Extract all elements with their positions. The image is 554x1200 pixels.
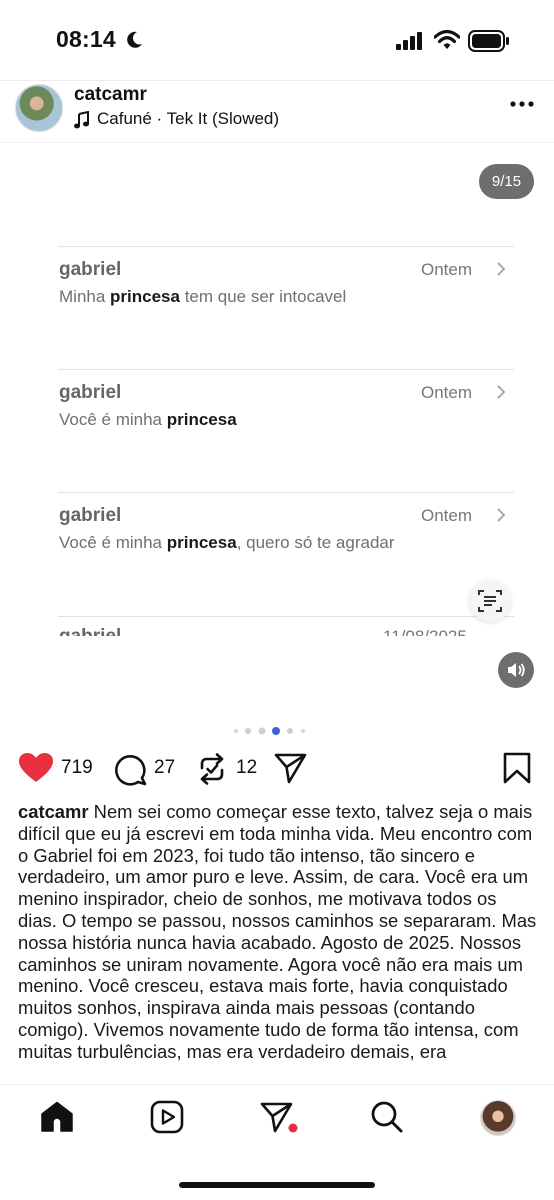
- message-text: Você é minha princesa, quero só te agrad…: [59, 533, 395, 552]
- scan-text-button[interactable]: [469, 580, 511, 622]
- status-time: 08:14: [56, 26, 116, 52]
- avatar[interactable]: [15, 84, 63, 132]
- message-time: 11/08/2025: [383, 627, 467, 636]
- profile-avatar[interactable]: [480, 1100, 516, 1136]
- message-text: Minha princesa tem que ser intocavel: [59, 287, 347, 306]
- bookmark-icon[interactable]: [503, 752, 531, 784]
- chevron-right-icon: [497, 385, 506, 399]
- search-icon[interactable]: [370, 1100, 404, 1134]
- message-sender: gabriel: [59, 626, 121, 636]
- wifi-icon: [434, 29, 460, 49]
- reels-icon[interactable]: [150, 1100, 184, 1134]
- likes-count[interactable]: 719: [61, 757, 93, 779]
- like-heart-icon[interactable]: [18, 752, 54, 784]
- message-text: Você é minha princesa: [59, 410, 237, 429]
- message-time: Ontem: [421, 506, 473, 525]
- battery-icon: [468, 30, 509, 52]
- moon-icon: [127, 31, 142, 48]
- song-label[interactable]: Cafuné · Tek It (Slowed): [97, 109, 279, 129]
- header-divider: [0, 80, 554, 81]
- carousel-dots: [234, 727, 305, 735]
- message-row: gabriel Ontem Minha princesa tem que ser…: [58, 246, 514, 371]
- nav-divider: [0, 1084, 554, 1085]
- music-note-icon: [74, 111, 89, 129]
- caption-username[interactable]: catcamr: [18, 801, 89, 822]
- caption-text: Nem sei como começar esse texto, talvez …: [18, 801, 537, 1062]
- post-caption: catcamr Nem sei como começar esse texto,…: [18, 801, 540, 1083]
- message-row: gabriel Ontem Você é minha princesa: [58, 369, 514, 494]
- message-row: gabriel Ontem Você é minha princesa, que…: [58, 492, 514, 617]
- signal-icon: [396, 32, 422, 50]
- message-time: Ontem: [421, 383, 473, 402]
- speaker-icon: [508, 663, 525, 677]
- send-icon[interactable]: [260, 1101, 300, 1135]
- sound-toggle-button[interactable]: [498, 652, 534, 688]
- home-icon[interactable]: [40, 1101, 74, 1133]
- message-row-partial: gabriel 11/08/2025: [58, 616, 514, 636]
- more-options-icon[interactable]: [510, 100, 534, 108]
- header-bottom-divider: [0, 142, 554, 143]
- message-time: Ontem: [421, 260, 473, 279]
- post-username[interactable]: catcamr: [74, 84, 147, 106]
- comment-icon[interactable]: [114, 752, 148, 786]
- comments-count[interactable]: 27: [154, 757, 175, 779]
- message-sender: gabriel: [59, 382, 122, 403]
- repost-icon[interactable]: [196, 752, 228, 786]
- carousel-counter: 9/15: [479, 164, 534, 199]
- chevron-right-icon: [497, 508, 506, 522]
- home-indicator: [179, 1182, 375, 1188]
- share-icon[interactable]: [274, 752, 308, 784]
- message-sender: gabriel: [59, 505, 122, 526]
- chevron-right-icon: [497, 262, 506, 276]
- message-sender: gabriel: [59, 259, 122, 280]
- reposts-count[interactable]: 12: [236, 757, 257, 779]
- scan-text-icon: [478, 590, 502, 612]
